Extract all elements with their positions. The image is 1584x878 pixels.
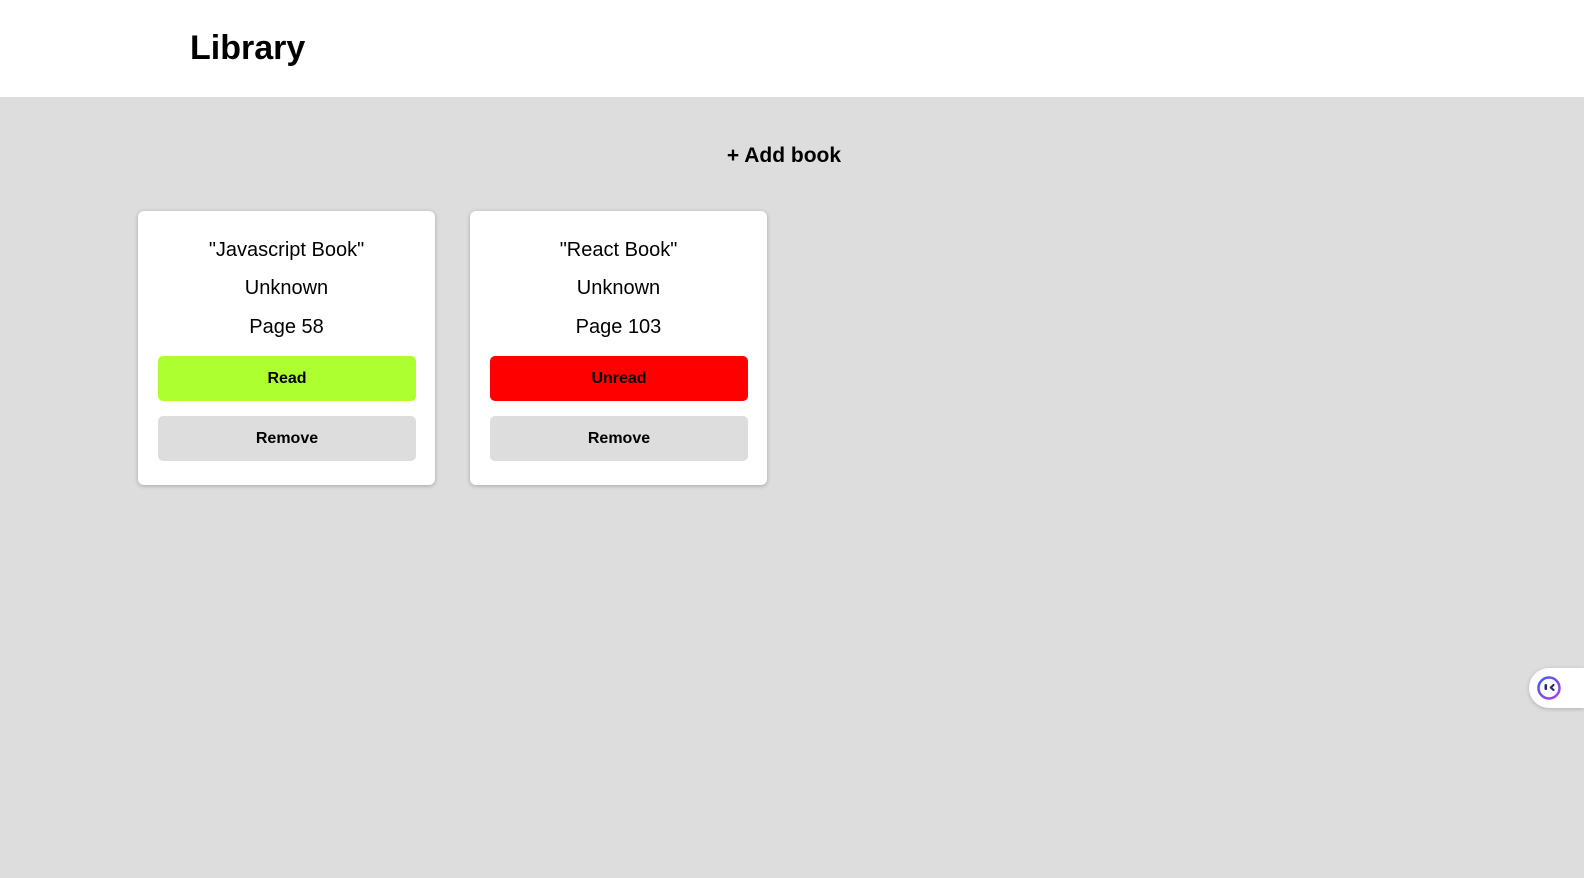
read-status-button[interactable]: Read	[158, 356, 416, 401]
page-title: Library	[190, 29, 306, 67]
book-pages: Page 103	[575, 316, 662, 338]
book-pages: Page 58	[249, 316, 324, 338]
book-author: Unknown	[576, 277, 661, 299]
read-status-button[interactable]: Unread	[490, 356, 748, 401]
remove-button[interactable]: Remove	[158, 416, 416, 461]
add-book-button[interactable]: + Add book	[0, 140, 1568, 172]
header: Library	[0, 0, 1584, 97]
remove-button[interactable]: Remove	[490, 416, 748, 461]
book-title: "Javascript Book"	[208, 239, 365, 261]
assistant-widget-button[interactable]	[1529, 668, 1584, 708]
book-title: "React Book"	[559, 239, 678, 261]
book-card: "React Book" Unknown Page 103 Unread Rem…	[470, 211, 767, 485]
book-author: Unknown	[244, 277, 329, 299]
book-card: "Javascript Book" Unknown Page 58 Read R…	[138, 211, 435, 485]
assistant-face-icon	[1537, 676, 1561, 700]
